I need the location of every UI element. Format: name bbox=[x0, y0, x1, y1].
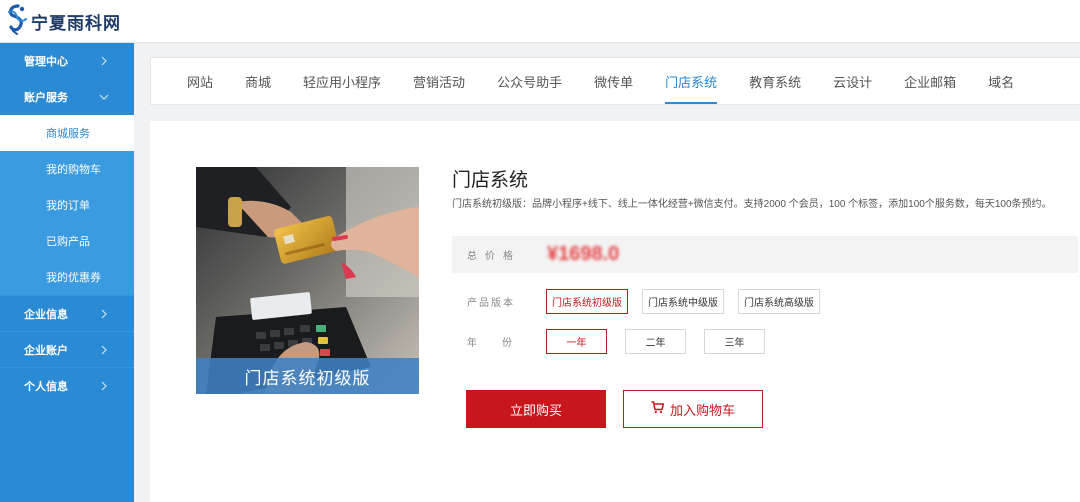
sidebar-item-label: 个人信息 bbox=[24, 380, 68, 393]
product-title: 门店系统 bbox=[452, 170, 529, 191]
product-description: 门店系统初级版：品牌小程序+线下、线上一体化经营+微信支付。支持2000 个会员… bbox=[452, 199, 1052, 210]
tab-mini-program[interactable]: 轻应用小程序 bbox=[287, 58, 397, 104]
chevron-down-icon bbox=[98, 91, 110, 103]
sidebar-item-company-account[interactable]: 企业账户 bbox=[0, 331, 134, 367]
tab-mall[interactable]: 商城 bbox=[229, 58, 287, 104]
price-value: ¥1698.0 bbox=[547, 243, 620, 265]
tab-label: 企业邮箱 bbox=[904, 74, 957, 90]
tab-label: 门店系统 bbox=[665, 74, 718, 90]
account-services-submenu: 商城服务 我的购物车 我的订单 已购产品 我的优惠券 bbox=[0, 115, 134, 295]
product-category-tabs: 网站 商城 轻应用小程序 营销活动 公众号助手 微传单 门店系统 教育系统 云设… bbox=[150, 57, 1080, 105]
tab-cloud-design[interactable]: 云设计 bbox=[817, 58, 888, 104]
add-to-cart-button[interactable]: 加入购物车 bbox=[623, 390, 763, 428]
price-row: 总价格 ¥1698.0 bbox=[452, 236, 1078, 273]
year-option-2[interactable]: 二年 bbox=[625, 329, 686, 354]
year-option-1[interactable]: 一年 bbox=[546, 329, 607, 354]
product-detail-panel: 门店系统初级版 门店系统 门店系统初级版：品牌小程序+线下、线上一体化经营+微信… bbox=[150, 121, 1080, 502]
sidebar-subitem-label: 我的订单 bbox=[46, 200, 90, 212]
tab-marketing[interactable]: 营销活动 bbox=[397, 58, 481, 104]
tab-label: 域名 bbox=[988, 74, 1015, 90]
tab-micro-flyer[interactable]: 微传单 bbox=[578, 58, 649, 104]
tab-label: 轻应用小程序 bbox=[303, 74, 382, 90]
version-option-intermediate[interactable]: 门店系统中级版 bbox=[642, 289, 724, 314]
tab-label: 网站 bbox=[187, 74, 214, 90]
tab-label: 营销活动 bbox=[413, 74, 466, 90]
chevron-right-icon bbox=[98, 55, 110, 67]
tab-label: 公众号助手 bbox=[497, 74, 563, 90]
sidebar-subitem-label: 我的购物车 bbox=[46, 164, 101, 176]
brand-logo[interactable]: 宁夏雨科网 bbox=[4, 3, 121, 40]
version-label: 产品版本 bbox=[467, 298, 515, 309]
sidebar-subitem-purchased-products[interactable]: 已购产品 bbox=[0, 223, 134, 259]
sidebar-subitem-label: 已购产品 bbox=[46, 236, 90, 248]
cart-icon bbox=[651, 401, 670, 417]
product-image: 门店系统初级版 bbox=[196, 167, 419, 394]
tab-label: 商城 bbox=[245, 74, 272, 90]
sidebar-subitem-label: 我的优惠券 bbox=[46, 272, 101, 284]
sidebar-subitem-my-orders[interactable]: 我的订单 bbox=[0, 187, 134, 223]
year-option-3[interactable]: 三年 bbox=[704, 329, 765, 354]
sidebar-item-label: 企业账户 bbox=[24, 344, 68, 357]
sidebar-item-account-services[interactable]: 账户服务 bbox=[0, 79, 134, 115]
sidebar-subitem-my-coupons[interactable]: 我的优惠券 bbox=[0, 259, 134, 295]
price-label: 总价格 bbox=[467, 251, 521, 262]
buy-now-button[interactable]: 立即购买 bbox=[466, 390, 606, 428]
tab-education-system[interactable]: 教育系统 bbox=[733, 58, 817, 104]
tab-label: 微传单 bbox=[594, 74, 634, 90]
tab-store-system[interactable]: 门店系统 bbox=[649, 58, 733, 104]
version-option-advanced[interactable]: 门店系统高级版 bbox=[738, 289, 820, 314]
chevron-right-icon bbox=[98, 344, 110, 356]
version-selector: 产品版本 门店系统初级版 门店系统中级版 门店系统高级版 bbox=[467, 289, 834, 314]
tab-label: 教育系统 bbox=[749, 74, 802, 90]
sidebar-item-label: 管理中心 bbox=[24, 56, 68, 68]
year-label: 年份 bbox=[467, 338, 537, 349]
sidebar: 管理中心 账户服务 商城服务 我的购物车 我的订单 已购产品 我的优惠券 企业信… bbox=[0, 43, 134, 502]
sidebar-subitem-mall-services[interactable]: 商城服务 bbox=[0, 115, 134, 151]
brand-logo-icon bbox=[4, 3, 30, 40]
product-image-caption: 门店系统初级版 bbox=[196, 358, 419, 394]
sidebar-item-label: 企业信息 bbox=[24, 308, 68, 321]
tab-official-account[interactable]: 公众号助手 bbox=[481, 58, 578, 104]
buy-now-label: 立即购买 bbox=[509, 402, 562, 418]
version-option-basic[interactable]: 门店系统初级版 bbox=[546, 289, 628, 314]
sidebar-item-label: 账户服务 bbox=[24, 92, 68, 104]
chevron-right-icon bbox=[98, 380, 110, 392]
tab-enterprise-email[interactable]: 企业邮箱 bbox=[888, 58, 972, 104]
chevron-right-icon bbox=[98, 308, 110, 320]
sidebar-item-personal-info[interactable]: 个人信息 bbox=[0, 367, 134, 403]
sidebar-item-management-center[interactable]: 管理中心 bbox=[0, 43, 134, 79]
year-selector: 年份 一年 二年 三年 bbox=[467, 329, 783, 354]
product-info: 门店系统 门店系统初级版：品牌小程序+线下、线上一体化经营+微信支付。支持200… bbox=[452, 165, 1078, 212]
sidebar-item-company-info[interactable]: 企业信息 bbox=[0, 295, 134, 331]
tab-label: 云设计 bbox=[833, 74, 873, 90]
sidebar-subitem-my-cart[interactable]: 我的购物车 bbox=[0, 151, 134, 187]
brand-name: 宁夏雨科网 bbox=[31, 13, 121, 34]
tab-website[interactable]: 网站 bbox=[171, 58, 229, 104]
tab-domain[interactable]: 域名 bbox=[972, 58, 1030, 104]
top-header: 宁夏雨科网 bbox=[0, 0, 1080, 43]
add-to-cart-label: 加入购物车 bbox=[669, 402, 735, 418]
sidebar-subitem-label: 商城服务 bbox=[46, 128, 90, 140]
